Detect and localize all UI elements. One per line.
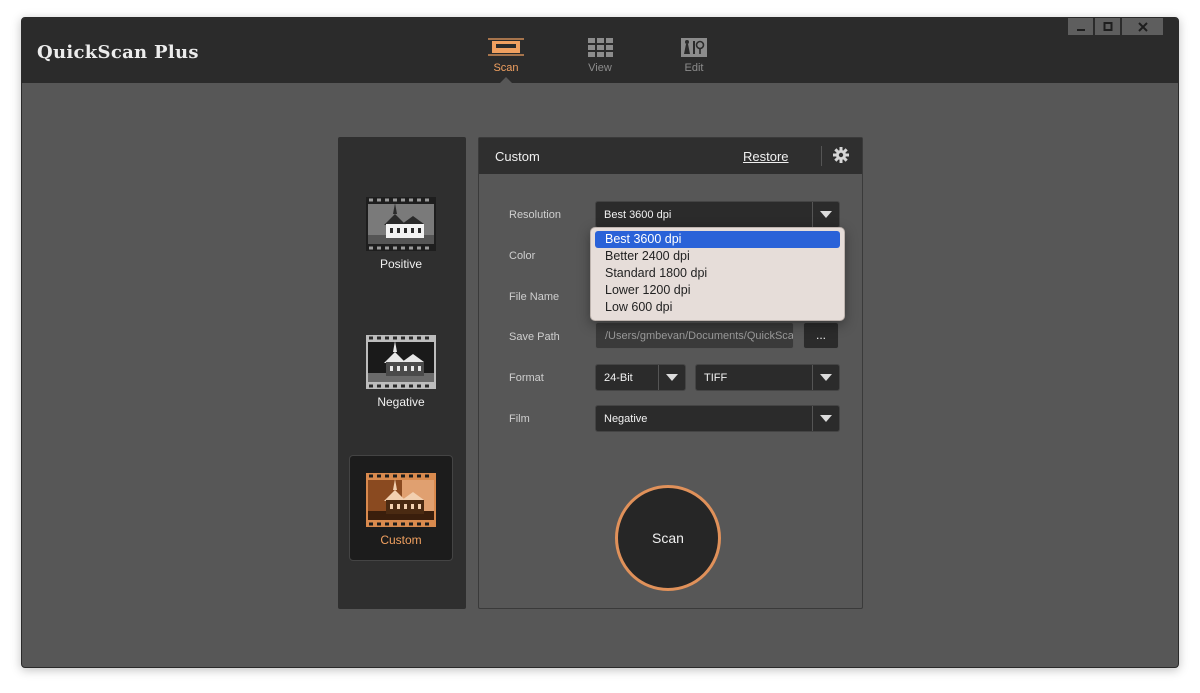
active-tab-indicator — [500, 77, 512, 83]
maximize-icon — [1103, 21, 1112, 31]
resolution-option[interactable]: Lower 1200 dpi — [595, 282, 840, 299]
resolution-select[interactable]: Best 3600 dpi — [595, 201, 840, 228]
color-label: Color — [509, 250, 536, 262]
resolution-option[interactable]: Better 2400 dpi — [595, 248, 840, 265]
tab-scan-label: Scan — [493, 62, 519, 74]
minimize-button[interactable] — [1068, 18, 1093, 35]
positive-film-icon — [366, 197, 436, 251]
format-label: Format — [509, 372, 544, 384]
tab-edit-label: Edit — [684, 62, 704, 74]
grid-icon — [588, 38, 613, 57]
app-title: QuickScan Plus — [37, 42, 199, 63]
bit-depth-select[interactable]: 24-Bit — [595, 364, 686, 391]
film-type-negative[interactable]: Negative — [349, 335, 453, 441]
tab-view[interactable]: View — [570, 36, 630, 74]
resolution-dropdown-menu: Best 3600 dpi Better 2400 dpi Standard 1… — [590, 227, 845, 321]
app-window: QuickScan Plus Scan View Edit Positive N… — [21, 17, 1179, 668]
header-divider — [821, 146, 822, 166]
close-icon — [1137, 21, 1148, 32]
scan-button[interactable]: Scan — [615, 485, 721, 591]
film-dropdown-button[interactable] — [812, 406, 839, 431]
custom-film-icon — [366, 473, 436, 527]
film-type-positive[interactable]: Positive — [349, 197, 453, 303]
film-type-custom[interactable]: Custom — [349, 455, 453, 561]
custom-settings-panel: Custom Restore Resolution Best 3600 dpi … — [478, 137, 863, 609]
edit-tools-icon — [681, 38, 707, 57]
chevron-down-icon — [666, 374, 678, 381]
settings-header: Custom Restore — [479, 138, 862, 174]
settings-title: Custom — [495, 149, 540, 164]
bit-depth-select-value: 24-Bit — [604, 372, 633, 384]
film-label: Film — [509, 413, 530, 425]
restore-link[interactable]: Restore — [743, 149, 789, 164]
tab-view-label: View — [588, 62, 612, 74]
title-bar: QuickScan Plus Scan View Edit — [22, 18, 1178, 83]
resolution-option[interactable]: Standard 1800 dpi — [595, 265, 840, 282]
film-select[interactable]: Negative — [595, 405, 840, 432]
film-type-positive-label: Positive — [379, 257, 423, 271]
tab-scan[interactable]: Scan — [476, 36, 536, 74]
film-type-negative-label: Negative — [377, 395, 425, 409]
film-select-value: Negative — [604, 413, 648, 425]
settings-gear-button[interactable] — [833, 147, 849, 168]
minimize-icon — [1076, 28, 1085, 31]
save-path-label: Save Path — [509, 331, 560, 343]
resolution-option[interactable]: Low 600 dpi — [595, 299, 840, 316]
file-name-label: File Name — [509, 291, 560, 303]
maximize-button[interactable] — [1095, 18, 1120, 35]
film-type-panel: Positive Negative Custom — [338, 137, 466, 609]
film-type-custom-label: Custom — [380, 533, 422, 547]
chevron-down-icon — [820, 211, 832, 218]
browse-button[interactable]: ... — [803, 322, 839, 349]
gear-icon — [833, 147, 849, 163]
file-format-select-value: TIFF — [704, 372, 728, 384]
file-format-dropdown-button[interactable] — [812, 365, 839, 390]
chevron-down-icon — [820, 415, 832, 422]
scanner-icon — [488, 38, 524, 56]
file-format-select[interactable]: TIFF — [695, 364, 840, 391]
resolution-label: Resolution — [509, 209, 561, 221]
close-button[interactable] — [1122, 18, 1163, 35]
tab-edit[interactable]: Edit — [664, 36, 724, 74]
negative-film-icon — [366, 335, 436, 389]
save-path-field[interactable]: /Users/gmbevan/Documents/QuickScan — [595, 322, 794, 349]
resolution-dropdown-button[interactable] — [812, 202, 839, 227]
resolution-option[interactable]: Best 3600 dpi — [595, 231, 840, 248]
chevron-down-icon — [820, 374, 832, 381]
resolution-select-value: Best 3600 dpi — [604, 209, 672, 221]
bit-depth-dropdown-button[interactable] — [658, 365, 685, 390]
